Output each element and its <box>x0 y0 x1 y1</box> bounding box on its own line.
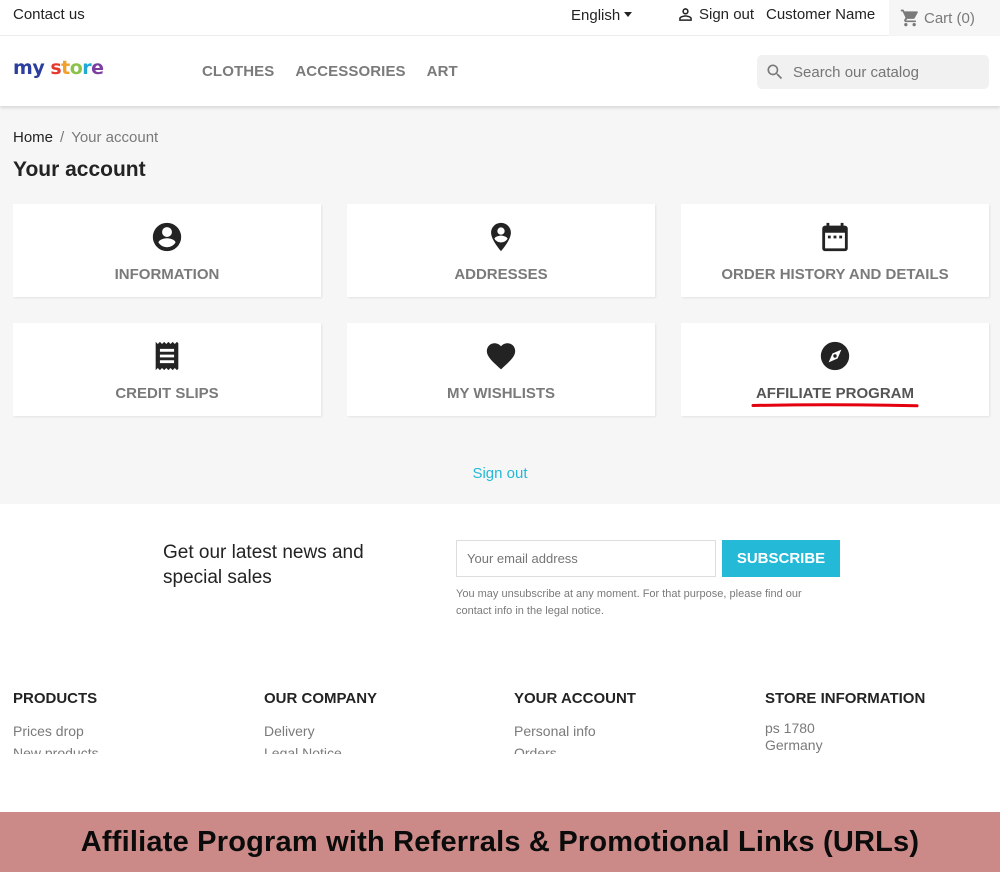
tile-information[interactable]: INFORMATION <box>13 204 321 297</box>
footer-your-account: YOUR ACCOUNT Personal info Orders <box>514 690 754 754</box>
account-section: Home / Your account Your account INFORMATI… <box>0 106 1000 504</box>
footer-heading: YOUR ACCOUNT <box>514 690 636 707</box>
receipt-icon <box>155 341 179 371</box>
cart-button[interactable]: Cart (0) <box>889 0 1000 36</box>
account-circle-icon <box>152 222 182 252</box>
footer-products: PRODUCTS Prices drop New products <box>13 690 253 754</box>
footer-heading: PRODUCTS <box>13 690 98 707</box>
language-selector[interactable]: English <box>571 7 633 24</box>
nav-accessories[interactable]: ACCESSORIES <box>295 63 405 80</box>
tile-addresses[interactable]: ADDRESSES <box>347 204 655 297</box>
customer-name-link[interactable]: Customer Name <box>766 6 875 23</box>
page-title: Your account <box>13 158 146 181</box>
logo-letter: t <box>61 57 70 79</box>
search-icon[interactable] <box>765 62 785 82</box>
highlight-underline <box>751 403 919 408</box>
newsletter-note: You may unsubscribe at any moment. For t… <box>456 588 802 617</box>
search-box <box>757 55 989 89</box>
language-label: English <box>571 7 621 24</box>
breadcrumb-home[interactable]: Home <box>13 129 53 146</box>
cart-label: Cart (0) <box>924 9 975 27</box>
calendar-icon <box>822 222 848 252</box>
logo-letter: r <box>82 57 92 79</box>
store-info-line: ps 1780 <box>765 720 815 736</box>
footer-link[interactable]: Legal Notice <box>264 742 504 754</box>
tile-label: MY WISHLISTS <box>446 385 556 402</box>
breadcrumb-separator: / <box>60 129 65 146</box>
footer-link[interactable]: Prices drop <box>13 720 253 742</box>
heart-icon <box>486 343 516 370</box>
tile-label: CREDIT SLIPS <box>115 385 219 402</box>
footer-link[interactable]: New products <box>13 742 253 754</box>
cart-icon <box>900 9 918 27</box>
site-header: my store CLOTHES ACCESSORIES ART <box>0 36 1000 106</box>
nav-art[interactable]: ART <box>427 63 458 80</box>
tile-my-wishlists[interactable]: MY WISHLISTS <box>347 323 655 416</box>
newsletter-title: Get our latest news and special sales <box>163 542 364 588</box>
breadcrumb: Home / Your account <box>13 129 158 146</box>
footer-heading: OUR COMPANY <box>264 690 378 707</box>
footer-store-information: STORE INFORMATION ps 1780 Germany <box>765 690 1000 754</box>
store-logo[interactable]: my store <box>13 57 104 79</box>
footer-link[interactable]: Delivery <box>264 720 504 742</box>
subscribe-button[interactable]: SUBSCRIBE <box>722 540 840 577</box>
logo-letter: y <box>32 57 45 79</box>
tile-order-history[interactable]: ORDER HISTORY AND DETAILS <box>681 204 989 297</box>
logo-letter: s <box>50 57 62 79</box>
top-bar: Contact us English Sign out Customer Nam… <box>0 0 1000 36</box>
location-pin-icon <box>491 222 511 252</box>
tile-label: AFFILIATE PROGRAM <box>755 385 915 402</box>
sign-out-bottom-link[interactable]: Sign out <box>0 465 1000 482</box>
tile-label: ADDRESSES <box>454 266 548 283</box>
sign-out-label: Sign out <box>699 6 755 23</box>
footer-link[interactable]: Personal info <box>514 720 754 742</box>
nav-clothes[interactable]: CLOTHES <box>202 63 274 80</box>
footer-our-company: OUR COMPANY Delivery Legal Notice <box>264 690 504 754</box>
search-input[interactable] <box>793 63 983 81</box>
tile-credit-slips[interactable]: CREDIT SLIPS <box>13 323 321 416</box>
sign-out-link[interactable]: Sign out <box>676 5 754 24</box>
logo-letter: e <box>91 57 104 79</box>
store-info-line: Germany <box>765 737 823 753</box>
newsletter-email-input[interactable] <box>456 540 716 577</box>
main-nav: CLOTHES ACCESSORIES ART <box>202 63 458 80</box>
caption-banner: Affiliate Program with Referrals & Promo… <box>0 812 1000 872</box>
tile-label: INFORMATION <box>114 266 220 283</box>
tile-label: ORDER HISTORY AND DETAILS <box>721 266 949 283</box>
footer-link[interactable]: Orders <box>514 742 754 754</box>
footer-heading: STORE INFORMATION <box>765 690 926 707</box>
logo-letter: o <box>69 57 83 79</box>
contact-us-link[interactable]: Contact us <box>13 6 85 23</box>
caret-down-icon <box>624 12 633 17</box>
user-icon <box>679 8 692 21</box>
compass-icon <box>820 341 850 371</box>
breadcrumb-current: Your account <box>71 129 159 146</box>
caption-text: Affiliate Program with Referrals & Promo… <box>80 825 920 858</box>
logo-letter: m <box>13 57 33 79</box>
